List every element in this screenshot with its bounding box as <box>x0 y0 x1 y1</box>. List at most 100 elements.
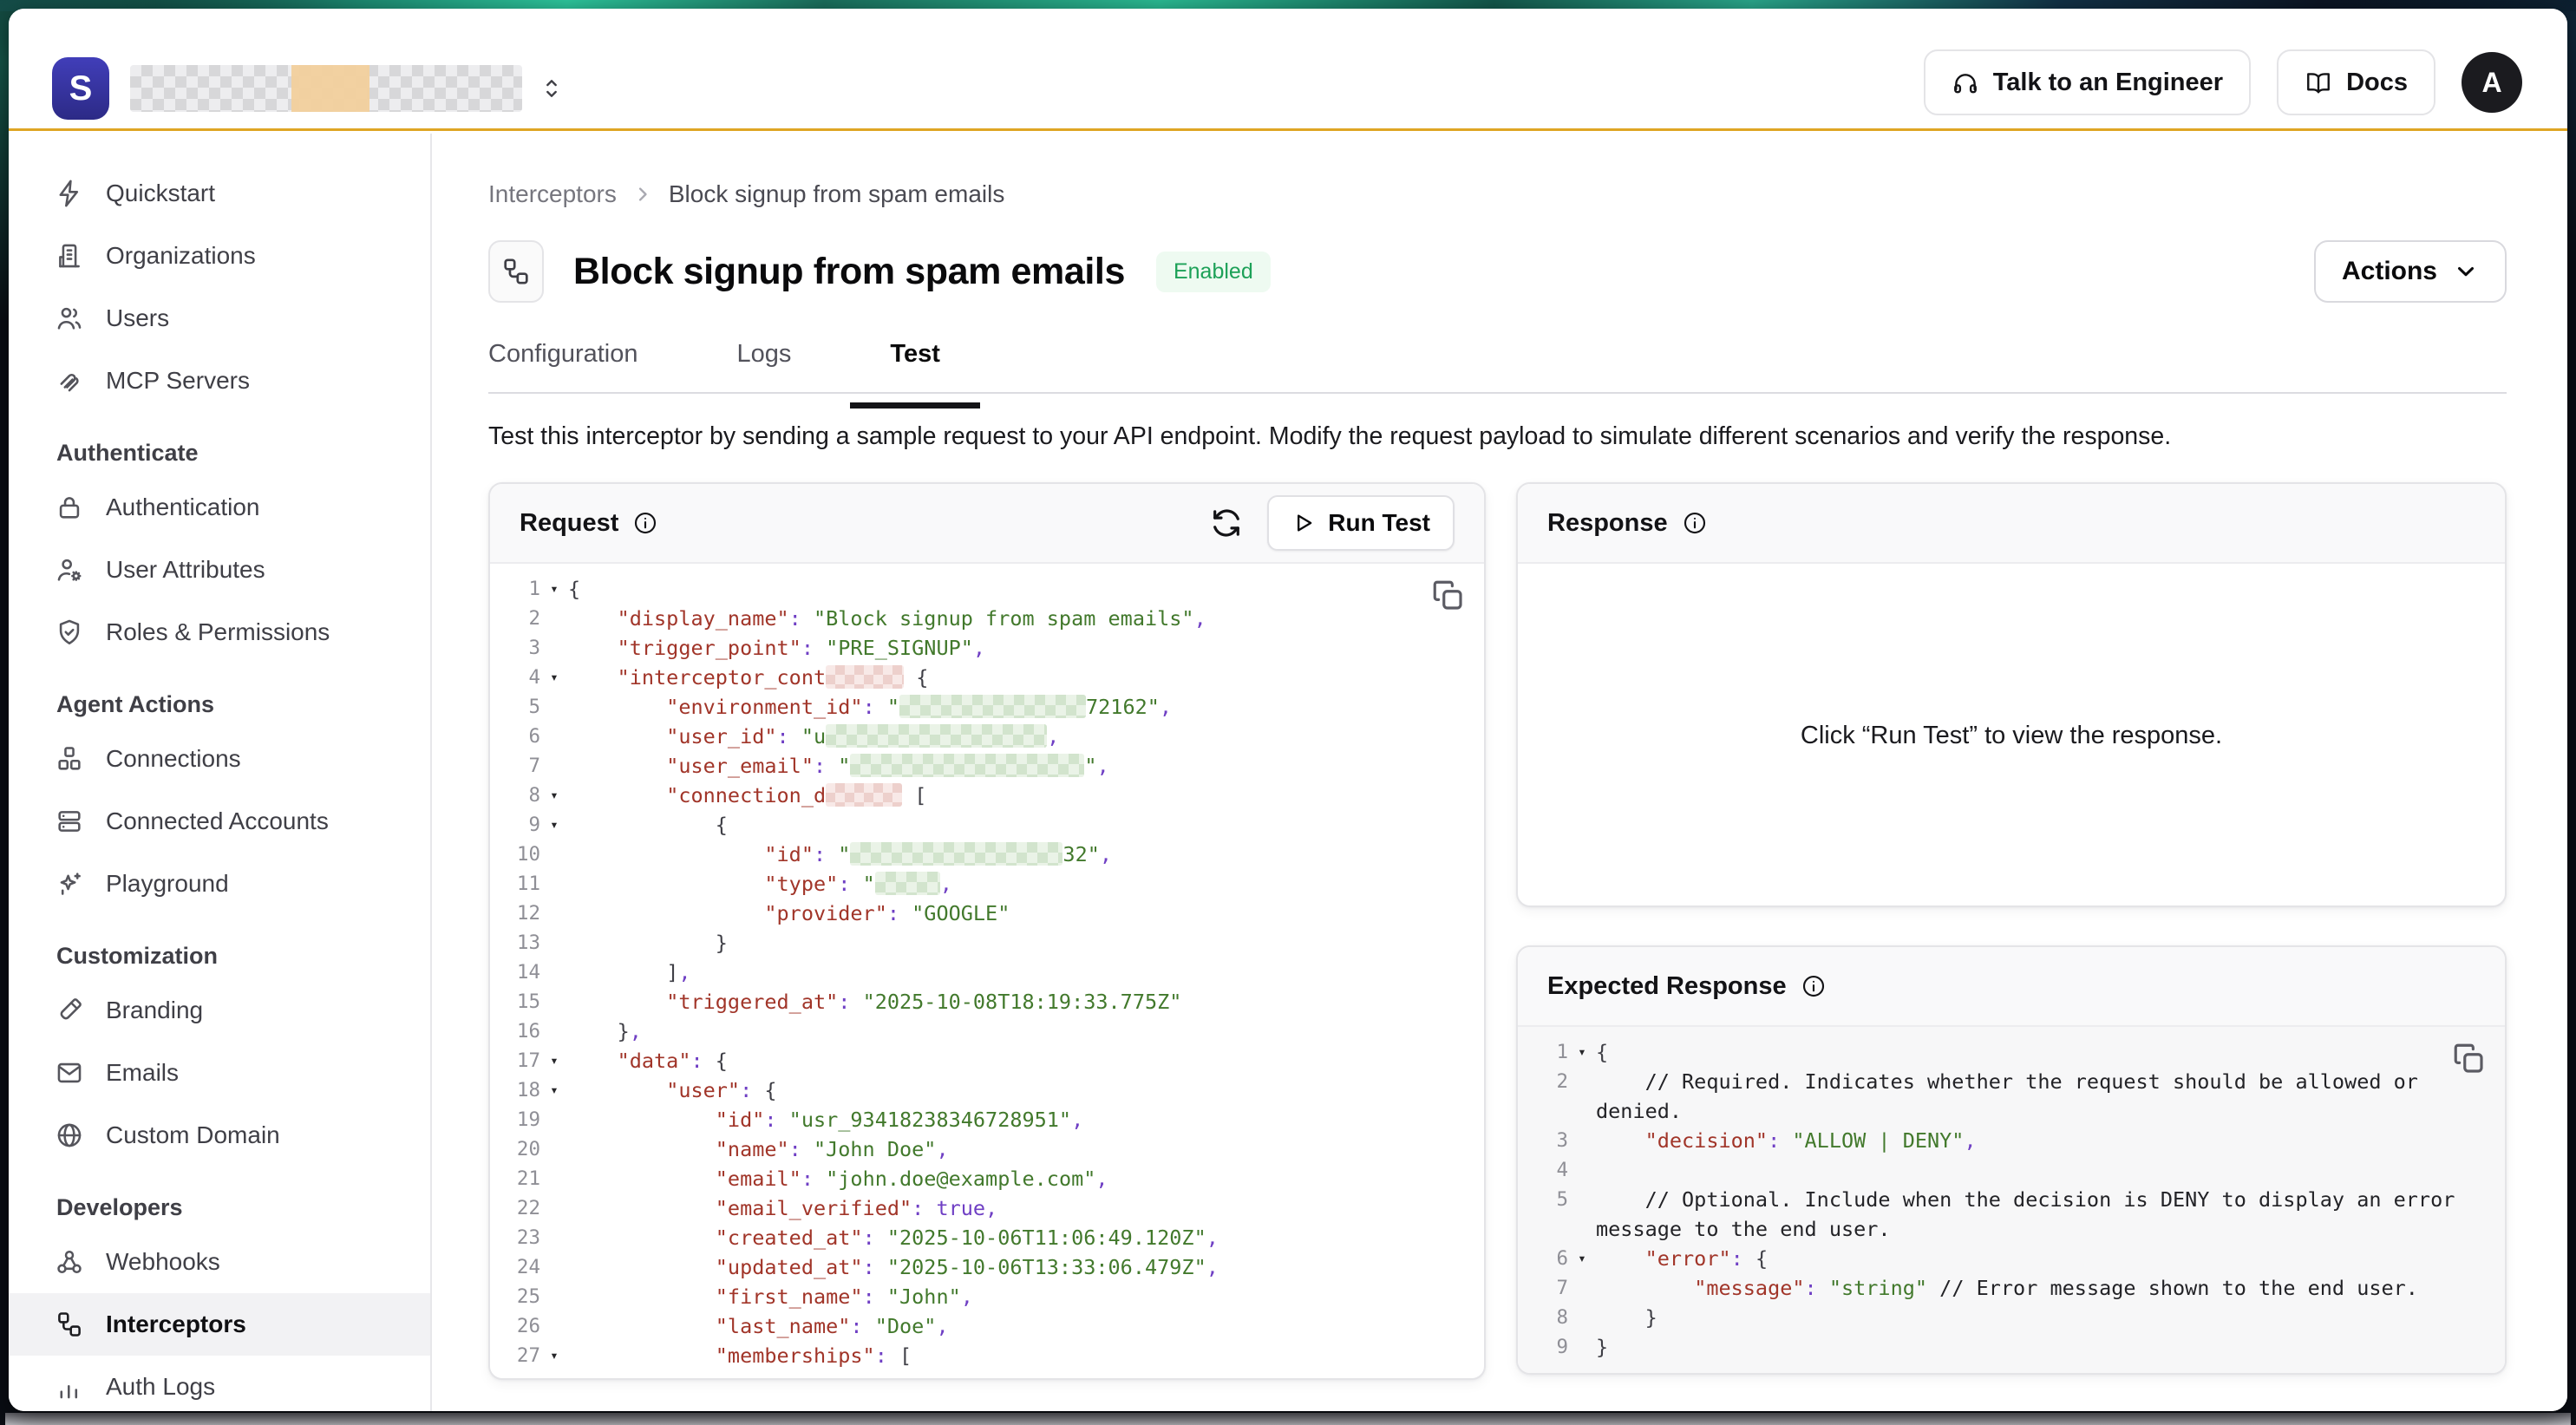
line-number: 6 <box>502 722 540 751</box>
sparkles-icon <box>55 869 84 899</box>
line-number: 24 <box>502 1252 540 1282</box>
fold-gutter <box>540 899 568 928</box>
line-number: 5 <box>502 692 540 722</box>
fold-toggle-icon[interactable]: ▾ <box>540 663 568 692</box>
sidebar-section-agent-actions: Agent Actions <box>9 679 430 728</box>
line-number: 1 <box>1530 1037 1568 1067</box>
fold-gutter <box>540 1105 568 1134</box>
actions-button[interactable]: Actions <box>2314 240 2507 303</box>
sidebar-item-custom-domain[interactable]: Custom Domain <box>9 1104 430 1167</box>
fold-toggle-icon[interactable]: ▾ <box>540 1075 568 1105</box>
sidebar-item-webhooks[interactable]: Webhooks <box>9 1231 430 1293</box>
copy-icon[interactable] <box>2451 1041 2488 1077</box>
fold-gutter <box>1568 1067 1596 1126</box>
tab-test[interactable]: Test <box>890 340 939 392</box>
code-line: 2 // Required. Indicates whether the req… <box>1530 1067 2505 1126</box>
headphones-icon <box>1952 69 1979 96</box>
sidebar-item-connections[interactable]: Connections <box>9 728 430 790</box>
user-avatar[interactable]: A <box>2462 52 2522 113</box>
fold-toggle-icon[interactable]: ▾ <box>540 1046 568 1075</box>
line-number: 3 <box>502 633 540 663</box>
fold-toggle-icon[interactable]: ▾ <box>540 781 568 810</box>
code-line: 27▾ "memberships": [ <box>502 1341 1484 1370</box>
fold-toggle-icon[interactable]: ▾ <box>540 1341 568 1370</box>
code-line: 1▾{ <box>1530 1037 2505 1067</box>
breadcrumb: Interceptors Block signup from spam emai… <box>488 180 2507 208</box>
sidebar-item-connected-accounts[interactable]: Connected Accounts <box>9 790 430 853</box>
fold-gutter <box>540 869 568 899</box>
fold-gutter <box>540 958 568 987</box>
sidebar-item-label: User Attributes <box>106 556 265 584</box>
code-line: 9} <box>1530 1332 2505 1362</box>
info-icon[interactable] <box>1682 510 1708 536</box>
fold-toggle-icon[interactable]: ▾ <box>540 574 568 604</box>
sidebar-item-label: MCP Servers <box>106 367 250 395</box>
sidebar-item-emails[interactable]: Emails <box>9 1042 430 1104</box>
code-line: 14 ], <box>502 958 1484 987</box>
line-number: 13 <box>502 928 540 958</box>
request-code-editor[interactable]: 1▾{2 "display_name": "Block signup from … <box>490 564 1484 1370</box>
line-number: 16 <box>502 1016 540 1046</box>
line-number: 23 <box>502 1223 540 1252</box>
run-test-button[interactable]: Run Test <box>1267 495 1455 551</box>
code-line: 10 "id": "32", <box>502 840 1484 869</box>
page-description: Test this interceptor by sending a sampl… <box>488 422 2507 451</box>
breadcrumb-current: Block signup from spam emails <box>669 180 1004 208</box>
talk-to-engineer-button[interactable]: Talk to an Engineer <box>1924 49 2251 115</box>
expected-code-viewer[interactable]: 1▾{2 // Required. Indicates whether the … <box>1518 1027 2505 1373</box>
chevrons-updown-icon[interactable] <box>538 69 566 108</box>
response-empty-state: Click “Run Test” to view the response. <box>1518 564 2505 907</box>
sidebar-item-authentication[interactable]: Authentication <box>9 476 430 539</box>
sidebar-item-quickstart[interactable]: Quickstart <box>9 162 430 225</box>
code-line: 17▾ "data": { <box>502 1046 1484 1075</box>
fold-toggle-icon[interactable]: ▾ <box>1568 1037 1596 1067</box>
line-number: 7 <box>502 751 540 781</box>
line-number: 4 <box>1530 1155 1568 1185</box>
code-line: 5 "environment_id": "72162", <box>502 692 1484 722</box>
line-number: 25 <box>502 1282 540 1311</box>
tab-logs[interactable]: Logs <box>737 340 792 392</box>
code-line: 6▾ "error": { <box>1530 1244 2505 1273</box>
sidebar-item-mcp-servers[interactable]: MCP Servers <box>9 350 430 412</box>
org-switcher[interactable]: S <box>52 57 566 120</box>
sidebar-item-users[interactable]: Users <box>9 287 430 350</box>
sidebar-item-roles-permissions[interactable]: Roles & Permissions <box>9 601 430 663</box>
expected-response-panel: Expected Response 1▾{2 // Required. Indi… <box>1516 945 2507 1375</box>
info-icon[interactable] <box>632 510 658 536</box>
tab-configuration[interactable]: Configuration <box>488 340 638 392</box>
sidebar-item-organizations[interactable]: Organizations <box>9 225 430 287</box>
sidebar-item-playground[interactable]: Playground <box>9 853 430 915</box>
line-number: 4 <box>502 663 540 692</box>
interceptor-icon <box>500 256 532 287</box>
interceptor-icon-box <box>488 240 544 303</box>
sidebar-item-user-attributes[interactable]: User Attributes <box>9 539 430 601</box>
code-line: 13 } <box>502 928 1484 958</box>
code-line: 8▾ "connection_d [ <box>502 781 1484 810</box>
status-badge: Enabled <box>1156 252 1271 292</box>
fold-gutter <box>540 1311 568 1341</box>
globe-icon <box>55 1121 84 1150</box>
sidebar-item-branding[interactable]: Branding <box>9 979 430 1042</box>
code-line: 25 "first_name": "John", <box>502 1282 1484 1311</box>
fold-toggle-icon[interactable]: ▾ <box>540 810 568 840</box>
reset-request-button[interactable] <box>1210 507 1243 539</box>
sidebar-item-auth-logs[interactable]: Auth Logs <box>9 1356 430 1411</box>
fold-gutter <box>1568 1303 1596 1332</box>
docs-button[interactable]: Docs <box>2277 49 2435 115</box>
window-frame-bottom <box>5 1413 2571 1425</box>
copy-icon[interactable] <box>1430 578 1467 614</box>
expected-panel-title: Expected Response <box>1547 972 1787 1001</box>
info-icon[interactable] <box>1801 973 1827 999</box>
line-number: 5 <box>1530 1185 1568 1244</box>
code-line: 5 // Optional. Include when the decision… <box>1530 1185 2505 1244</box>
fold-gutter <box>540 751 568 781</box>
breadcrumb-parent[interactable]: Interceptors <box>488 180 617 208</box>
interceptor-icon <box>55 1310 84 1339</box>
tab-bar: Configuration Logs Test <box>488 340 2507 394</box>
fold-toggle-icon[interactable]: ▾ <box>1568 1244 1596 1273</box>
fold-gutter <box>540 1016 568 1046</box>
request-panel-title: Request <box>520 509 618 538</box>
sidebar-item-interceptors[interactable]: Interceptors <box>9 1293 430 1356</box>
line-number: 11 <box>502 869 540 899</box>
code-line: 22 "email_verified": true, <box>502 1193 1484 1223</box>
